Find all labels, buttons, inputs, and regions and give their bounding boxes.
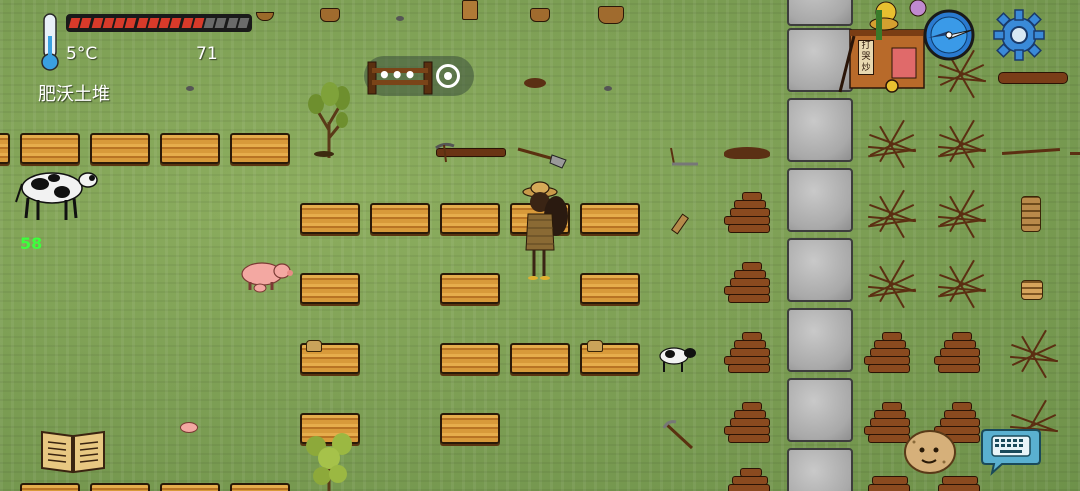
soil-bed[interactable]: [370, 203, 430, 234]
pickaxe[interactable]: [662, 420, 696, 452]
small-stone[interactable]: [186, 86, 194, 91]
potato-face-icon[interactable]: [902, 428, 958, 476]
more-dots-icon[interactable]: •••: [378, 65, 416, 86]
health-segment: [226, 18, 239, 28]
kindling-pile[interactable]: [864, 259, 920, 309]
sapling[interactable]: [302, 78, 356, 160]
soil-bed[interactable]: [20, 133, 80, 164]
hoe[interactable]: [668, 146, 700, 168]
health-segment: [79, 18, 92, 28]
gear-icon[interactable]: [992, 8, 1046, 62]
knife[interactable]: [670, 213, 690, 235]
stall-sign: 打 哭 炒: [858, 40, 874, 75]
kindling-pile[interactable]: [1006, 329, 1062, 379]
basket-stack[interactable]: [1021, 280, 1043, 300]
health-segment: [147, 18, 160, 28]
seed-basket[interactable]: [306, 340, 322, 352]
stone-tile[interactable]: [787, 238, 853, 302]
kindling-pile[interactable]: [934, 259, 990, 309]
player-character[interactable]: [516, 180, 572, 284]
soil-bed[interactable]: [440, 343, 500, 374]
dirt-clump[interactable]: [524, 78, 546, 88]
age-label: 58: [20, 234, 43, 253]
cow[interactable]: [14, 166, 100, 222]
stone-tile[interactable]: [787, 378, 853, 442]
basket[interactable]: [598, 6, 624, 24]
basket[interactable]: [320, 8, 340, 22]
firewood-stack[interactable]: [722, 398, 774, 444]
seed-basket[interactable]: [587, 340, 603, 352]
stone-tile[interactable]: [787, 308, 853, 372]
soil-bed[interactable]: [580, 273, 640, 304]
small-stone[interactable]: [396, 16, 404, 21]
soil-bed[interactable]: [90, 133, 150, 164]
target-close-icon[interactable]: [436, 64, 460, 88]
piglet[interactable]: [180, 422, 198, 433]
soil-bed[interactable]: [160, 483, 220, 491]
bowl[interactable]: [256, 12, 274, 21]
soil-bed[interactable]: [160, 133, 220, 164]
soil-bed[interactable]: [0, 133, 10, 164]
soil-bed[interactable]: [90, 483, 150, 491]
dirt-clump[interactable]: [724, 147, 770, 159]
stone-tile[interactable]: [787, 98, 853, 162]
soil-bed[interactable]: [440, 203, 500, 234]
small-stone[interactable]: [604, 86, 612, 91]
food-counter: 71: [196, 44, 218, 64]
kindling-pile[interactable]: [864, 119, 920, 169]
firewood-stack[interactable]: [722, 258, 774, 304]
health-segment: [124, 18, 137, 28]
firewood-stack[interactable]: [722, 328, 774, 374]
health-segment: [214, 18, 227, 28]
pickaxe-tool[interactable]: [434, 142, 460, 164]
shovel[interactable]: [516, 146, 568, 170]
firewood-stack[interactable]: [862, 328, 914, 374]
game-world[interactable]: 58 打 哭 炒 5°C 71 肥沃土堆 •••: [0, 0, 1080, 491]
log[interactable]: [998, 72, 1068, 84]
book-icon[interactable]: [38, 426, 108, 476]
health-segment: [102, 18, 115, 28]
health-segment: [192, 18, 205, 28]
firewood-stack[interactable]: [722, 188, 774, 234]
stone-tile[interactable]: [787, 168, 853, 232]
kindling-pile[interactable]: [934, 189, 990, 239]
health-segment: [237, 18, 250, 28]
keyboard-chat-icon[interactable]: [980, 426, 1042, 476]
pig[interactable]: [236, 258, 294, 294]
kindling-pile[interactable]: [864, 189, 920, 239]
soil-bed[interactable]: [230, 133, 290, 164]
soil-bed[interactable]: [510, 343, 570, 374]
soil-bed[interactable]: [300, 203, 360, 234]
soil-bed[interactable]: [440, 273, 500, 304]
firewood-stack[interactable]: [722, 462, 774, 491]
health-segment: [136, 18, 149, 28]
soil-bed[interactable]: [300, 273, 360, 304]
soil-bed[interactable]: [580, 203, 640, 234]
water-bucket[interactable]: [462, 0, 478, 20]
health-segment: [181, 18, 194, 28]
firewood-stack[interactable]: [932, 328, 984, 374]
soil-bed[interactable]: [20, 483, 80, 491]
health-bar: [66, 14, 252, 32]
calf[interactable]: [656, 344, 698, 374]
compass-icon[interactable]: [922, 8, 976, 62]
kindling-pile[interactable]: [934, 119, 990, 169]
berry-bush[interactable]: [302, 432, 356, 491]
health-segment: [169, 18, 182, 28]
hovered-object-label: 肥沃土堆: [38, 84, 110, 105]
vending-stall[interactable]: [836, 0, 936, 96]
branch[interactable]: [1070, 152, 1080, 155]
soil-bed[interactable]: [230, 483, 290, 491]
soil-bed[interactable]: [440, 413, 500, 444]
temperature-readout: 5°C: [66, 44, 98, 64]
basket[interactable]: [530, 8, 550, 22]
thermometer-icon: [41, 13, 59, 71]
branch[interactable]: [1001, 147, 1061, 156]
health-segment: [91, 18, 104, 28]
stone-tile[interactable]: [787, 448, 853, 491]
basket-stack[interactable]: [1021, 196, 1041, 232]
